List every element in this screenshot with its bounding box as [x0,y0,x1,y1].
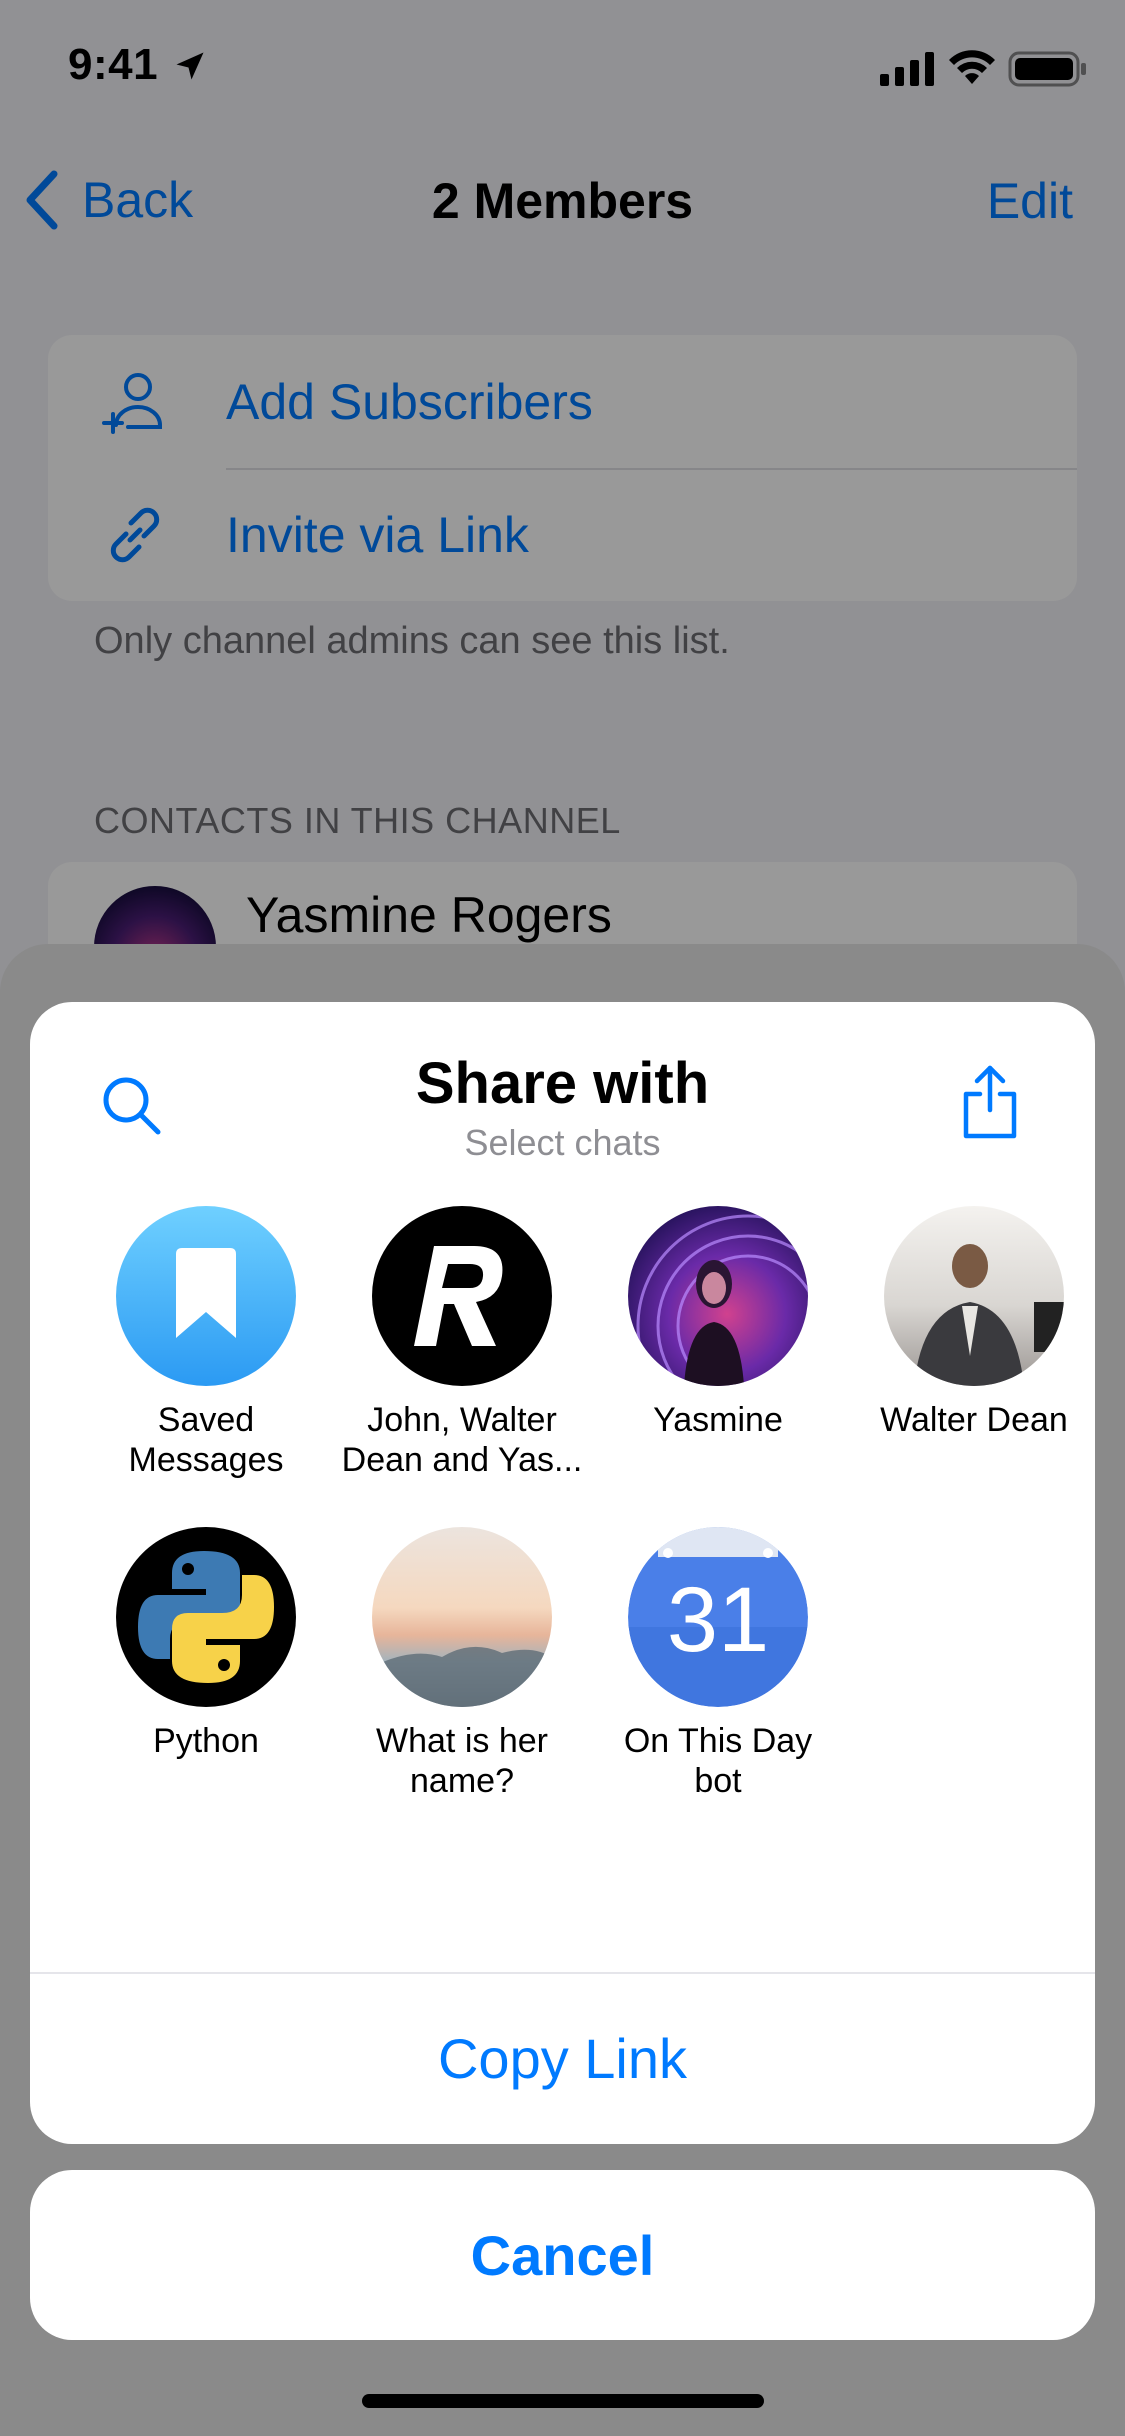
chat-name: Python [153,1722,259,1760]
chat-yasmine[interactable]: Yasmine [590,1206,846,1440]
copy-link-button[interactable]: Copy Link [30,1972,1095,2144]
chat-on-this-day-bot[interactable]: 31 On This Day bot [590,1527,846,1801]
share-subtitle: Select chats [464,1122,661,1163]
python-avatar [116,1527,296,1707]
python-logo-icon [138,1551,274,1683]
walter-dean-avatar [884,1206,1064,1386]
calendar-avatar: 31 [628,1527,808,1707]
share-panel: Share with Select chats Saved Messages J… [30,1002,1095,2144]
chat-name: Yasmine [653,1401,783,1439]
yasmine-avatar [628,1206,808,1386]
chat-what-is-her-name[interactable]: What is her name? [334,1527,590,1801]
chat-name: John, Walter Dean and Yas... [341,1401,583,1479]
chat-group[interactable]: John, Walter Dean and Yas... [334,1206,590,1480]
chat-walter-dean[interactable]: Walter Dean [846,1206,1095,1440]
chat-saved-messages[interactable]: Saved Messages [78,1206,334,1480]
sunset-avatar [372,1527,552,1707]
chat-python[interactable]: Python [78,1527,334,1761]
chat-name: On This Day bot [623,1722,813,1800]
chat-name: What is her name? [376,1722,548,1800]
letter-r-logo-icon [414,1246,503,1346]
portrait-photo [636,1214,808,1386]
home-indicator [362,2394,764,2408]
share-icon[interactable] [960,1064,1020,1140]
svg-text:31: 31 [667,1569,769,1671]
chat-name: Saved Messages [128,1401,284,1479]
saved-messages-avatar [116,1206,296,1386]
bookmark-icon [176,1248,236,1338]
portrait-photo [914,1244,1064,1386]
share-title: Share with [415,1051,710,1116]
cancel-button[interactable]: Cancel [30,2170,1095,2340]
calendar-31-icon: 31 [628,1527,808,1707]
group-avatar [372,1206,552,1386]
landscape-photo [372,1646,552,1707]
chat-name: Walter Dean [880,1401,1068,1439]
